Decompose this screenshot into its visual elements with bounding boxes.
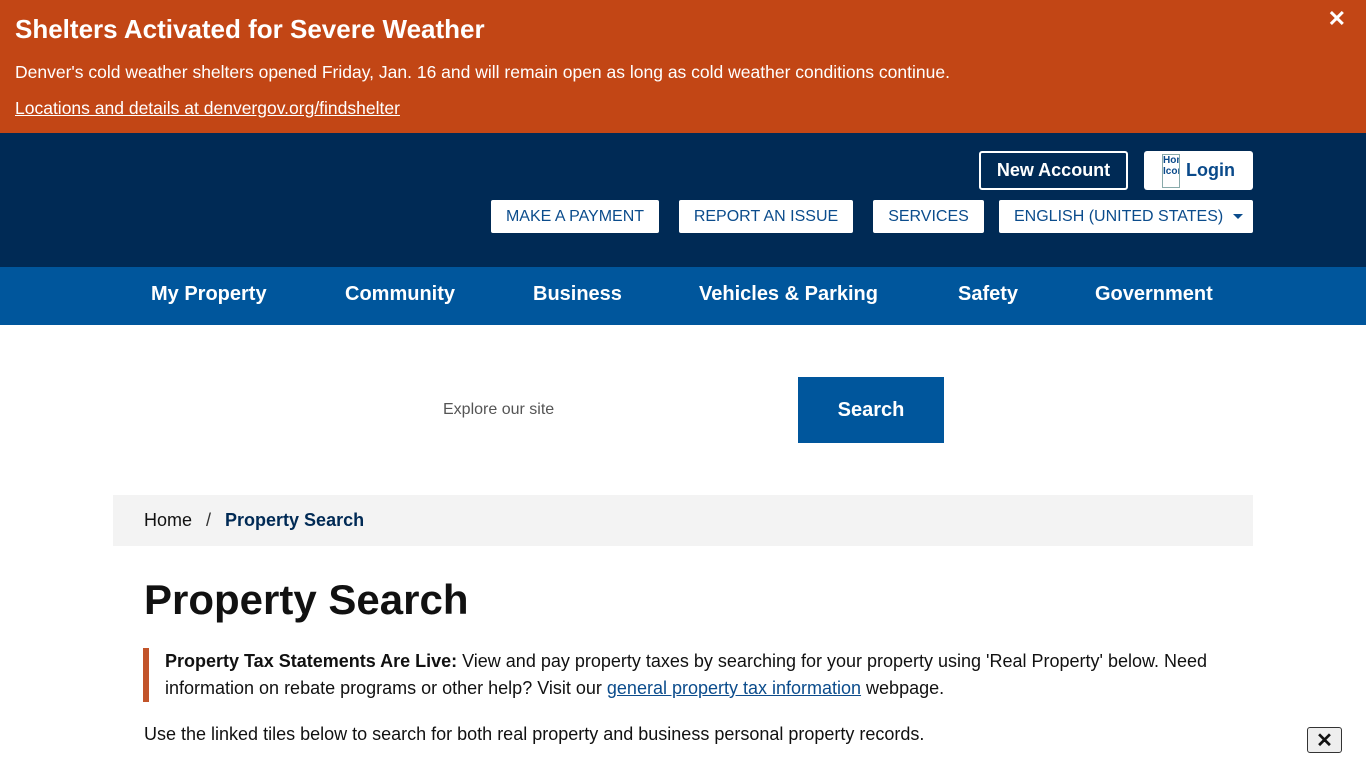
site-header: New Account Home Icon Login MAKE A PAYME… [0,133,1366,267]
main-nav: My Property Community Business Vehicles … [0,267,1366,325]
close-icon[interactable]: ✕ [1328,6,1346,32]
intro-text: Use the linked tiles below to search for… [144,724,925,744]
nav-item-community[interactable]: Community [345,283,455,306]
home-icon: Home Icon [1162,153,1180,188]
alert-banner: Shelters Activated for Severe Weather De… [0,0,1366,133]
language-select[interactable]: ENGLISH (UNITED STATES) [999,200,1253,233]
notice-heading: Property Tax Statements Are Live: [165,651,458,671]
nav-item-government[interactable]: Government [1095,283,1213,306]
nav-item-my-property[interactable]: My Property [151,283,267,306]
nav-item-safety[interactable]: Safety [958,283,1018,306]
nav-item-vehicles-parking[interactable]: Vehicles & Parking [699,283,878,306]
login-button[interactable]: Home Icon Login [1144,151,1253,190]
make-payment-button[interactable]: MAKE A PAYMENT [491,200,659,233]
notice-end: webpage. [861,678,945,698]
close-icon[interactable]: ✕ [1307,727,1342,753]
breadcrumb-home[interactable]: Home [144,510,192,531]
report-issue-button[interactable]: REPORT AN ISSUE [679,200,853,233]
breadcrumb-separator: / [206,510,212,530]
login-label: Login [1186,160,1235,180]
tax-notice: Property Tax Statements Are Live: View a… [143,648,1233,702]
alert-text: Denver's cold weather shelters opened Fr… [15,62,950,82]
breadcrumb-current: Property Search [225,510,365,530]
page-title: Property Search [144,576,469,623]
alert-title: Shelters Activated for Severe Weather [15,14,485,44]
alert-link[interactable]: Locations and details at denvergov.org/f… [15,98,400,119]
new-account-button[interactable]: New Account [979,151,1128,190]
nav-item-business[interactable]: Business [533,283,622,306]
search-button[interactable]: Search [798,377,944,443]
breadcrumb: Home / Property Search [113,495,1253,546]
property-tax-info-link[interactable]: general property tax information [607,678,861,698]
services-button[interactable]: SERVICES [873,200,984,233]
search-input[interactable] [428,377,798,443]
language-label: ENGLISH (UNITED STATES) [1014,207,1224,225]
chevron-down-icon [1233,214,1244,219]
